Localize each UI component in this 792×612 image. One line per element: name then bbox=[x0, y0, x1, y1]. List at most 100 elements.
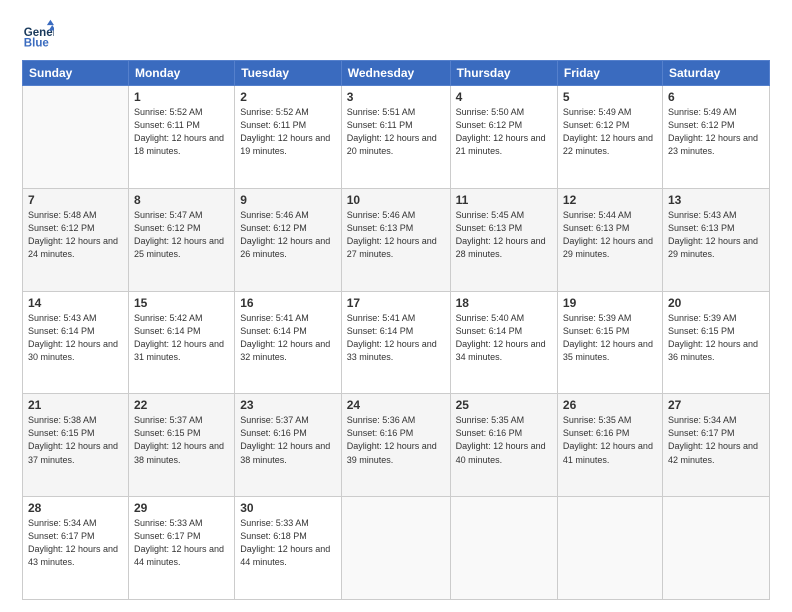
calendar-cell: 15Sunrise: 5:42 AMSunset: 6:14 PMDayligh… bbox=[128, 291, 234, 394]
day-number: 2 bbox=[240, 90, 336, 104]
col-header-sunday: Sunday bbox=[23, 61, 129, 86]
col-header-thursday: Thursday bbox=[450, 61, 557, 86]
col-header-tuesday: Tuesday bbox=[235, 61, 342, 86]
calendar-row: 28 Sunrise: 5:34 AMSunset: 6:17 PMDayligh… bbox=[23, 497, 770, 600]
day-number: 3 bbox=[347, 90, 445, 104]
day-number: 6 bbox=[668, 90, 764, 104]
day-number: 29 bbox=[134, 501, 229, 515]
day-number: 25 bbox=[456, 398, 552, 412]
cell-info: Sunrise: 5:52 AMSunset: 6:11 PMDaylight:… bbox=[240, 106, 336, 158]
calendar-cell: 28 Sunrise: 5:34 AMSunset: 6:17 PMDayligh… bbox=[23, 497, 129, 600]
calendar-cell: 25Sunrise: 5:35 AMSunset: 6:16 PMDayligh… bbox=[450, 394, 557, 497]
day-number: 18 bbox=[456, 296, 552, 310]
day-number: 23 bbox=[240, 398, 336, 412]
calendar-cell: 21 Sunrise: 5:38 AMSunset: 6:15 PMDayligh… bbox=[23, 394, 129, 497]
calendar-cell: 7 Sunrise: 5:48 AMSunset: 6:12 PMDaylight… bbox=[23, 188, 129, 291]
calendar-cell: 5 Sunrise: 5:49 AMSunset: 6:12 PMDaylight… bbox=[557, 86, 662, 189]
calendar-row: 14 Sunrise: 5:43 AMSunset: 6:14 PMDayligh… bbox=[23, 291, 770, 394]
calendar-cell: 29 Sunrise: 5:33 AMSunset: 6:17 PMDayligh… bbox=[128, 497, 234, 600]
cell-info: Sunrise: 5:47 AMSunset: 6:12 PMDaylight:… bbox=[134, 209, 229, 261]
calendar-row: 1 Sunrise: 5:52 AMSunset: 6:11 PMDaylight… bbox=[23, 86, 770, 189]
calendar-cell: 1Sunrise: 5:52 AMSunset: 6:11 PMDaylight… bbox=[128, 86, 234, 189]
day-number: 13 bbox=[668, 193, 764, 207]
cell-info: Sunrise: 5:45 AMSunset: 6:13 PMDaylight:… bbox=[456, 209, 552, 261]
calendar-cell: 2 Sunrise: 5:52 AMSunset: 6:11 PMDaylight… bbox=[235, 86, 342, 189]
day-number: 30 bbox=[240, 501, 336, 515]
svg-text:Blue: Blue bbox=[24, 37, 50, 49]
cell-info: Sunrise: 5:44 AMSunset: 6:13 PMDaylight:… bbox=[563, 209, 657, 261]
cell-info: Sunrise: 5:48 AMSunset: 6:12 PMDaylight:… bbox=[28, 209, 123, 261]
calendar-cell: 3 Sunrise: 5:51 AMSunset: 6:11 PMDaylight… bbox=[341, 86, 450, 189]
day-number: 19 bbox=[563, 296, 657, 310]
cell-info: Sunrise: 5:46 AMSunset: 6:12 PMDaylight:… bbox=[240, 209, 336, 261]
calendar-cell bbox=[557, 497, 662, 600]
cell-info: Sunrise: 5:35 AMSunset: 6:16 PMDaylight:… bbox=[563, 414, 657, 466]
day-number: 5 bbox=[563, 90, 657, 104]
calendar-cell: 23 Sunrise: 5:37 AMSunset: 6:16 PMDayligh… bbox=[235, 394, 342, 497]
day-number: 26 bbox=[563, 398, 657, 412]
cell-info: Sunrise: 5:49 AMSunset: 6:12 PMDaylight:… bbox=[668, 106, 764, 158]
cell-info: Sunrise: 5:43 AMSunset: 6:14 PMDaylight:… bbox=[28, 312, 123, 364]
day-number: 15 bbox=[134, 296, 229, 310]
cell-info: Sunrise: 5:39 AMSunset: 6:15 PMDaylight:… bbox=[563, 312, 657, 364]
day-number: 12 bbox=[563, 193, 657, 207]
calendar-cell: 26 Sunrise: 5:35 AMSunset: 6:16 PMDayligh… bbox=[557, 394, 662, 497]
col-header-wednesday: Wednesday bbox=[341, 61, 450, 86]
calendar-cell: 18 Sunrise: 5:40 AMSunset: 6:14 PMDayligh… bbox=[450, 291, 557, 394]
cell-info: Sunrise: 5:46 AMSunset: 6:13 PMDaylight:… bbox=[347, 209, 445, 261]
cell-info: Sunrise: 5:40 AMSunset: 6:14 PMDaylight:… bbox=[456, 312, 552, 364]
day-number: 9 bbox=[240, 193, 336, 207]
calendar-cell: 6 Sunrise: 5:49 AMSunset: 6:12 PMDaylight… bbox=[662, 86, 769, 189]
calendar-cell: 12 Sunrise: 5:44 AMSunset: 6:13 PMDayligh… bbox=[557, 188, 662, 291]
day-number: 27 bbox=[668, 398, 764, 412]
calendar-cell: 24 Sunrise: 5:36 AMSunset: 6:16 PMDayligh… bbox=[341, 394, 450, 497]
day-number: 8 bbox=[134, 193, 229, 207]
calendar-row: 21 Sunrise: 5:38 AMSunset: 6:15 PMDayligh… bbox=[23, 394, 770, 497]
col-header-monday: Monday bbox=[128, 61, 234, 86]
cell-info: Sunrise: 5:51 AMSunset: 6:11 PMDaylight:… bbox=[347, 106, 445, 158]
calendar-cell bbox=[341, 497, 450, 600]
day-number: 4 bbox=[456, 90, 552, 104]
calendar-cell: 8 Sunrise: 5:47 AMSunset: 6:12 PMDaylight… bbox=[128, 188, 234, 291]
calendar-cell: 27 Sunrise: 5:34 AMSunset: 6:17 PMDayligh… bbox=[662, 394, 769, 497]
calendar-cell: 30 Sunrise: 5:33 AMSunset: 6:18 PMDayligh… bbox=[235, 497, 342, 600]
calendar-cell: 9 Sunrise: 5:46 AMSunset: 6:12 PMDaylight… bbox=[235, 188, 342, 291]
cell-info: Sunrise: 5:33 AMSunset: 6:18 PMDaylight:… bbox=[240, 517, 336, 569]
cell-info: Sunrise: 5:39 AMSunset: 6:15 PMDaylight:… bbox=[668, 312, 764, 364]
calendar-cell: 14 Sunrise: 5:43 AMSunset: 6:14 PMDayligh… bbox=[23, 291, 129, 394]
calendar-cell: 13Sunrise: 5:43 AMSunset: 6:13 PMDayligh… bbox=[662, 188, 769, 291]
logo-icon: General Blue bbox=[22, 18, 54, 50]
day-number: 7 bbox=[28, 193, 123, 207]
calendar-cell: 11 Sunrise: 5:45 AMSunset: 6:13 PMDayligh… bbox=[450, 188, 557, 291]
day-number: 22 bbox=[134, 398, 229, 412]
calendar-cell: 22 Sunrise: 5:37 AMSunset: 6:15 PMDayligh… bbox=[128, 394, 234, 497]
cell-info: Sunrise: 5:33 AMSunset: 6:17 PMDaylight:… bbox=[134, 517, 229, 569]
day-number: 17 bbox=[347, 296, 445, 310]
day-number: 11 bbox=[456, 193, 552, 207]
cell-info: Sunrise: 5:37 AMSunset: 6:15 PMDaylight:… bbox=[134, 414, 229, 466]
cell-info: Sunrise: 5:50 AMSunset: 6:12 PMDaylight:… bbox=[456, 106, 552, 158]
day-number: 21 bbox=[28, 398, 123, 412]
cell-info: Sunrise: 5:41 AMSunset: 6:14 PMDaylight:… bbox=[240, 312, 336, 364]
calendar-table: SundayMondayTuesdayWednesdayThursdayFrid… bbox=[22, 60, 770, 600]
day-number: 1 bbox=[134, 90, 229, 104]
day-number: 28 bbox=[28, 501, 123, 515]
cell-info: Sunrise: 5:49 AMSunset: 6:12 PMDaylight:… bbox=[563, 106, 657, 158]
day-number: 10 bbox=[347, 193, 445, 207]
day-number: 16 bbox=[240, 296, 336, 310]
calendar-cell: 16 Sunrise: 5:41 AMSunset: 6:14 PMDayligh… bbox=[235, 291, 342, 394]
cell-info: Sunrise: 5:34 AMSunset: 6:17 PMDaylight:… bbox=[28, 517, 123, 569]
cell-info: Sunrise: 5:41 AMSunset: 6:14 PMDaylight:… bbox=[347, 312, 445, 364]
cell-info: Sunrise: 5:34 AMSunset: 6:17 PMDaylight:… bbox=[668, 414, 764, 466]
calendar-cell: 10 Sunrise: 5:46 AMSunset: 6:13 PMDayligh… bbox=[341, 188, 450, 291]
day-number: 24 bbox=[347, 398, 445, 412]
header-row: SundayMondayTuesdayWednesdayThursdayFrid… bbox=[23, 61, 770, 86]
cell-info: Sunrise: 5:37 AMSunset: 6:16 PMDaylight:… bbox=[240, 414, 336, 466]
col-header-saturday: Saturday bbox=[662, 61, 769, 86]
day-number: 14 bbox=[28, 296, 123, 310]
cell-info: Sunrise: 5:36 AMSunset: 6:16 PMDaylight:… bbox=[347, 414, 445, 466]
calendar-cell: 20Sunrise: 5:39 AMSunset: 6:15 PMDayligh… bbox=[662, 291, 769, 394]
calendar-cell: 19 Sunrise: 5:39 AMSunset: 6:15 PMDayligh… bbox=[557, 291, 662, 394]
calendar-cell bbox=[662, 497, 769, 600]
cell-info: Sunrise: 5:38 AMSunset: 6:15 PMDaylight:… bbox=[28, 414, 123, 466]
